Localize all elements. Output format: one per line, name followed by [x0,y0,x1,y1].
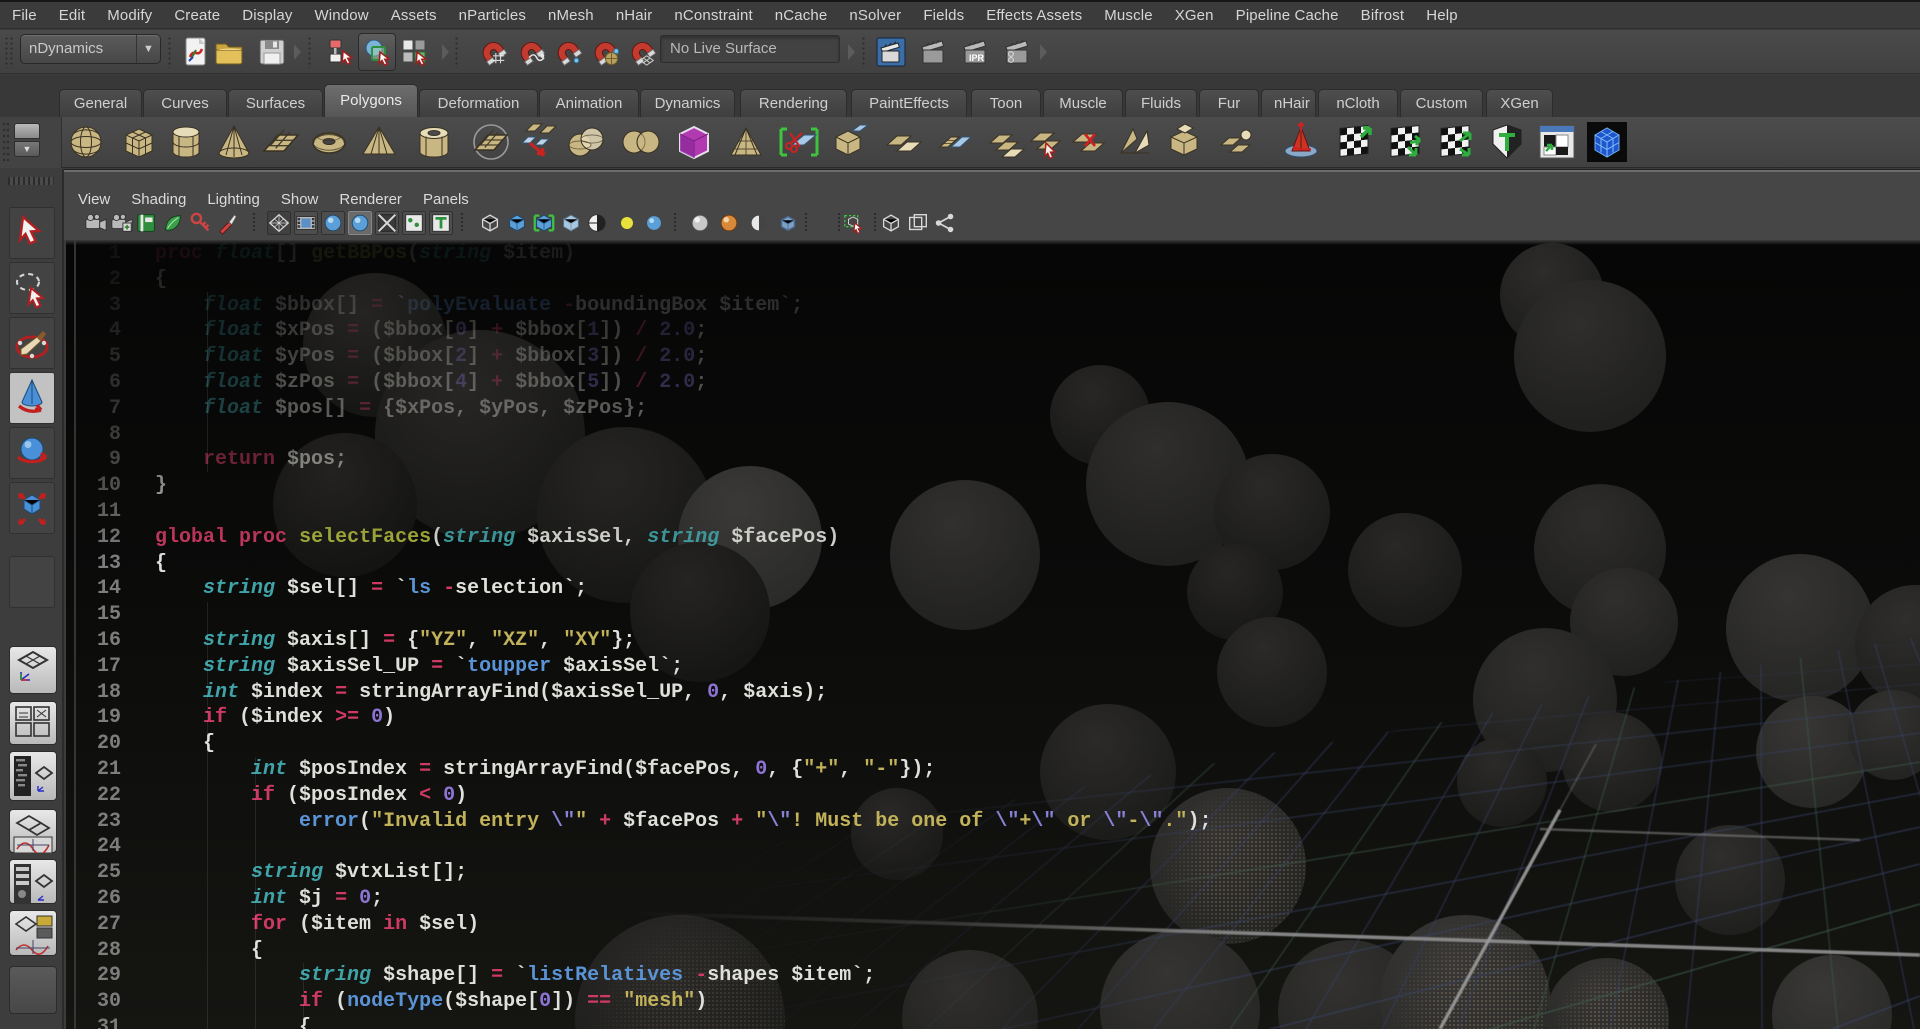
svg-text:IPR: IPR [969,53,985,63]
